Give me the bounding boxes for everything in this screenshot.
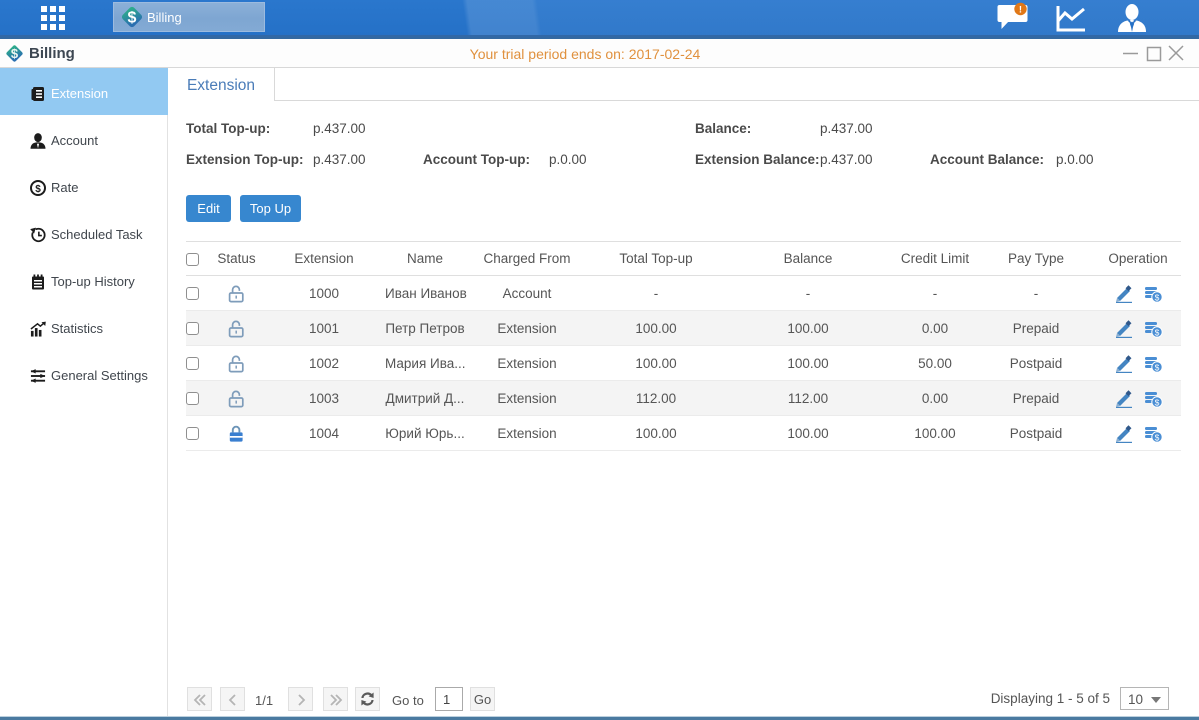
svg-text:!: !	[1019, 5, 1022, 16]
svg-text:$: $	[1154, 397, 1159, 407]
svg-text:$: $	[1154, 327, 1159, 337]
svg-text:$: $	[1154, 362, 1159, 372]
svg-text:$: $	[1154, 432, 1159, 442]
svg-text:$: $	[35, 184, 41, 195]
svg-text:$: $	[1154, 292, 1159, 302]
svg-text:$: $	[128, 10, 137, 27]
